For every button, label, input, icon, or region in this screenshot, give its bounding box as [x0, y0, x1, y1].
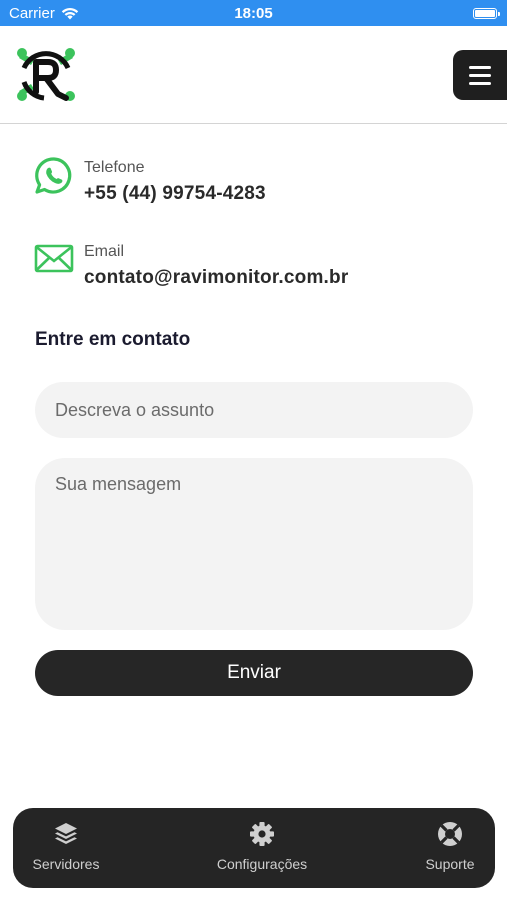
tab-suporte[interactable]: Suporte: [415, 820, 485, 872]
subject-input[interactable]: [35, 382, 473, 438]
battery-icon: [473, 7, 500, 19]
gear-icon: [250, 822, 274, 846]
menu-bar: [469, 81, 491, 85]
app-header: [0, 26, 507, 124]
envelope-icon: [34, 244, 74, 273]
email-value[interactable]: contato@ravimonitor.com.br: [84, 267, 348, 289]
tab-configuracoes[interactable]: Configurações: [212, 820, 312, 872]
phone-label: Telefone: [84, 159, 145, 176]
lifebuoy-icon: [438, 822, 462, 846]
phone-contact[interactable]: Telefone +55 (44) 99754-4283: [34, 156, 266, 205]
tab-servidores[interactable]: Servidores: [31, 820, 101, 872]
battery-fill: [475, 9, 495, 17]
whatsapp-icon: [35, 157, 72, 194]
phone-value[interactable]: +55 (44) 99754-4283: [84, 183, 266, 205]
contact-form-title: Entre em contato: [35, 329, 191, 350]
layers-icon: [55, 823, 77, 844]
status-bar: Carrier 18:05: [0, 0, 507, 26]
email-label: Email: [84, 243, 125, 260]
email-contact[interactable]: Email contato@ravimonitor.com.br: [34, 240, 348, 289]
wifi-icon: [61, 7, 79, 19]
message-textarea[interactable]: [35, 458, 473, 630]
email-text: Email contato@ravimonitor.com.br: [84, 240, 348, 289]
hamburger-menu-button[interactable]: [453, 50, 507, 100]
tab-label: Suporte: [425, 856, 475, 872]
phone-text: Telefone +55 (44) 99754-4283: [84, 156, 266, 205]
menu-bar: [469, 65, 491, 69]
ravi-monitor-logo[interactable]: [14, 46, 78, 104]
tab-label: Configurações: [216, 856, 308, 872]
tab-label: Servidores: [32, 856, 100, 872]
status-left: Carrier: [0, 5, 79, 22]
send-button[interactable]: Enviar: [35, 650, 473, 696]
bottom-tab-bar: Servidores Configurações Suporte: [13, 808, 495, 888]
carrier-label: Carrier: [9, 4, 55, 22]
menu-bar: [469, 73, 491, 77]
